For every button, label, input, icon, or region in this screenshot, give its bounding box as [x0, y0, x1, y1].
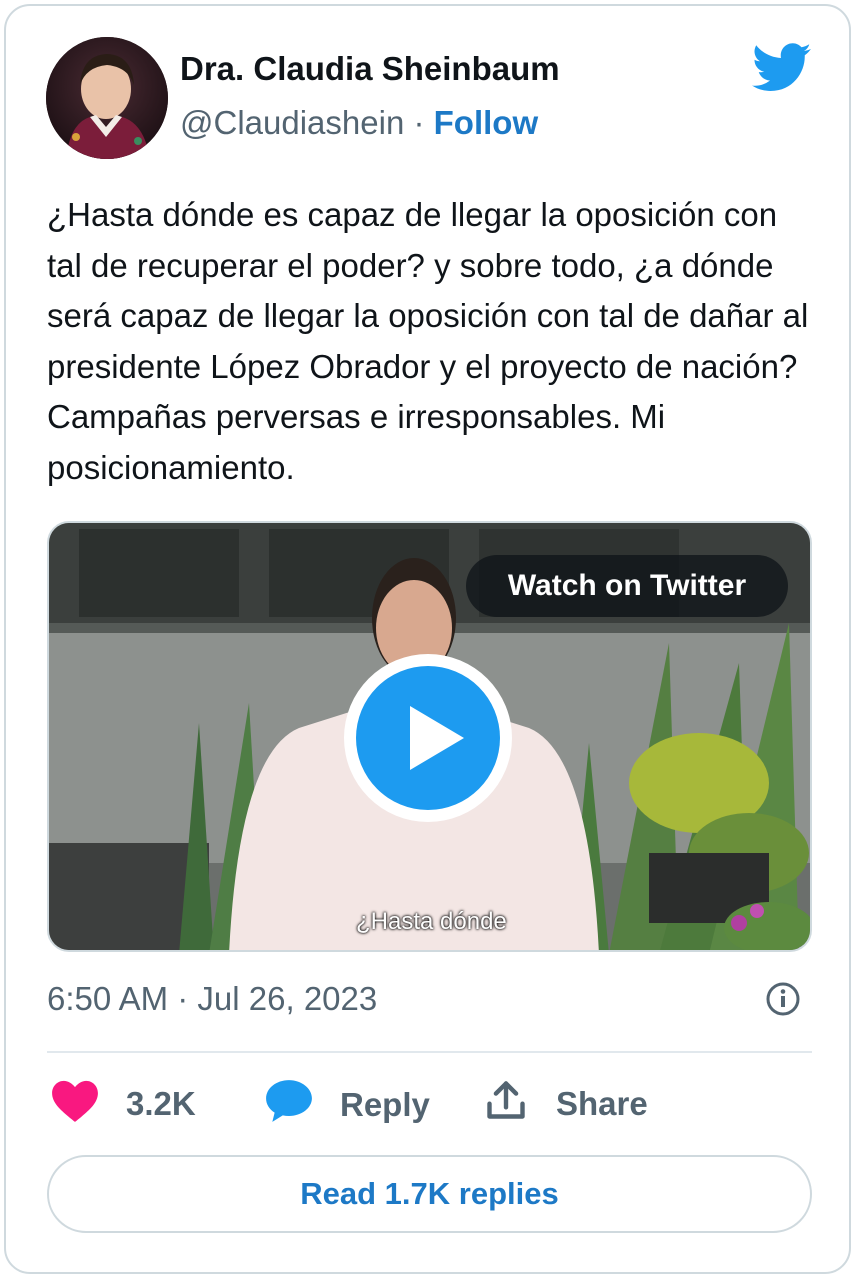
- tweet-timestamp[interactable]: 6:50 AM · Jul 26, 2023: [47, 980, 377, 1018]
- author-handle[interactable]: @Claudiashein: [180, 104, 404, 141]
- author-name[interactable]: Dra. Claudia Sheinbaum: [180, 50, 560, 88]
- play-icon[interactable]: [340, 650, 516, 826]
- author-handle-row: @Claudiashein · Follow: [180, 104, 538, 142]
- video-caption: ¿Hasta dónde: [356, 908, 507, 935]
- reply-label: Reply: [340, 1086, 430, 1123]
- heart-icon: [50, 1078, 100, 1130]
- handle-separator: ·: [413, 104, 425, 141]
- share-upload-icon: [484, 1078, 528, 1130]
- reply-button[interactable]: Reply: [264, 1078, 430, 1132]
- twitter-bird-icon[interactable]: [752, 43, 812, 98]
- watch-on-twitter-button[interactable]: Watch on Twitter: [466, 555, 788, 617]
- tweet-text: ¿Hasta dónde es capaz de llegar la oposi…: [47, 196, 809, 486]
- meta-separator: ·: [177, 980, 189, 1017]
- share-label: Share: [556, 1085, 648, 1122]
- read-replies-button[interactable]: Read 1.7K replies: [47, 1155, 812, 1233]
- divider: [47, 1051, 812, 1053]
- like-count: 3.2K: [126, 1085, 196, 1122]
- info-icon[interactable]: [765, 981, 801, 1017]
- follow-button[interactable]: Follow: [434, 104, 538, 141]
- like-button[interactable]: 3.2K: [50, 1078, 196, 1130]
- speech-bubble-icon: [264, 1078, 314, 1132]
- share-button[interactable]: Share: [484, 1078, 648, 1130]
- avatar[interactable]: [46, 37, 168, 159]
- tweet-time: 6:50 AM: [47, 980, 169, 1017]
- tweet-date: Jul 26, 2023: [197, 980, 378, 1017]
